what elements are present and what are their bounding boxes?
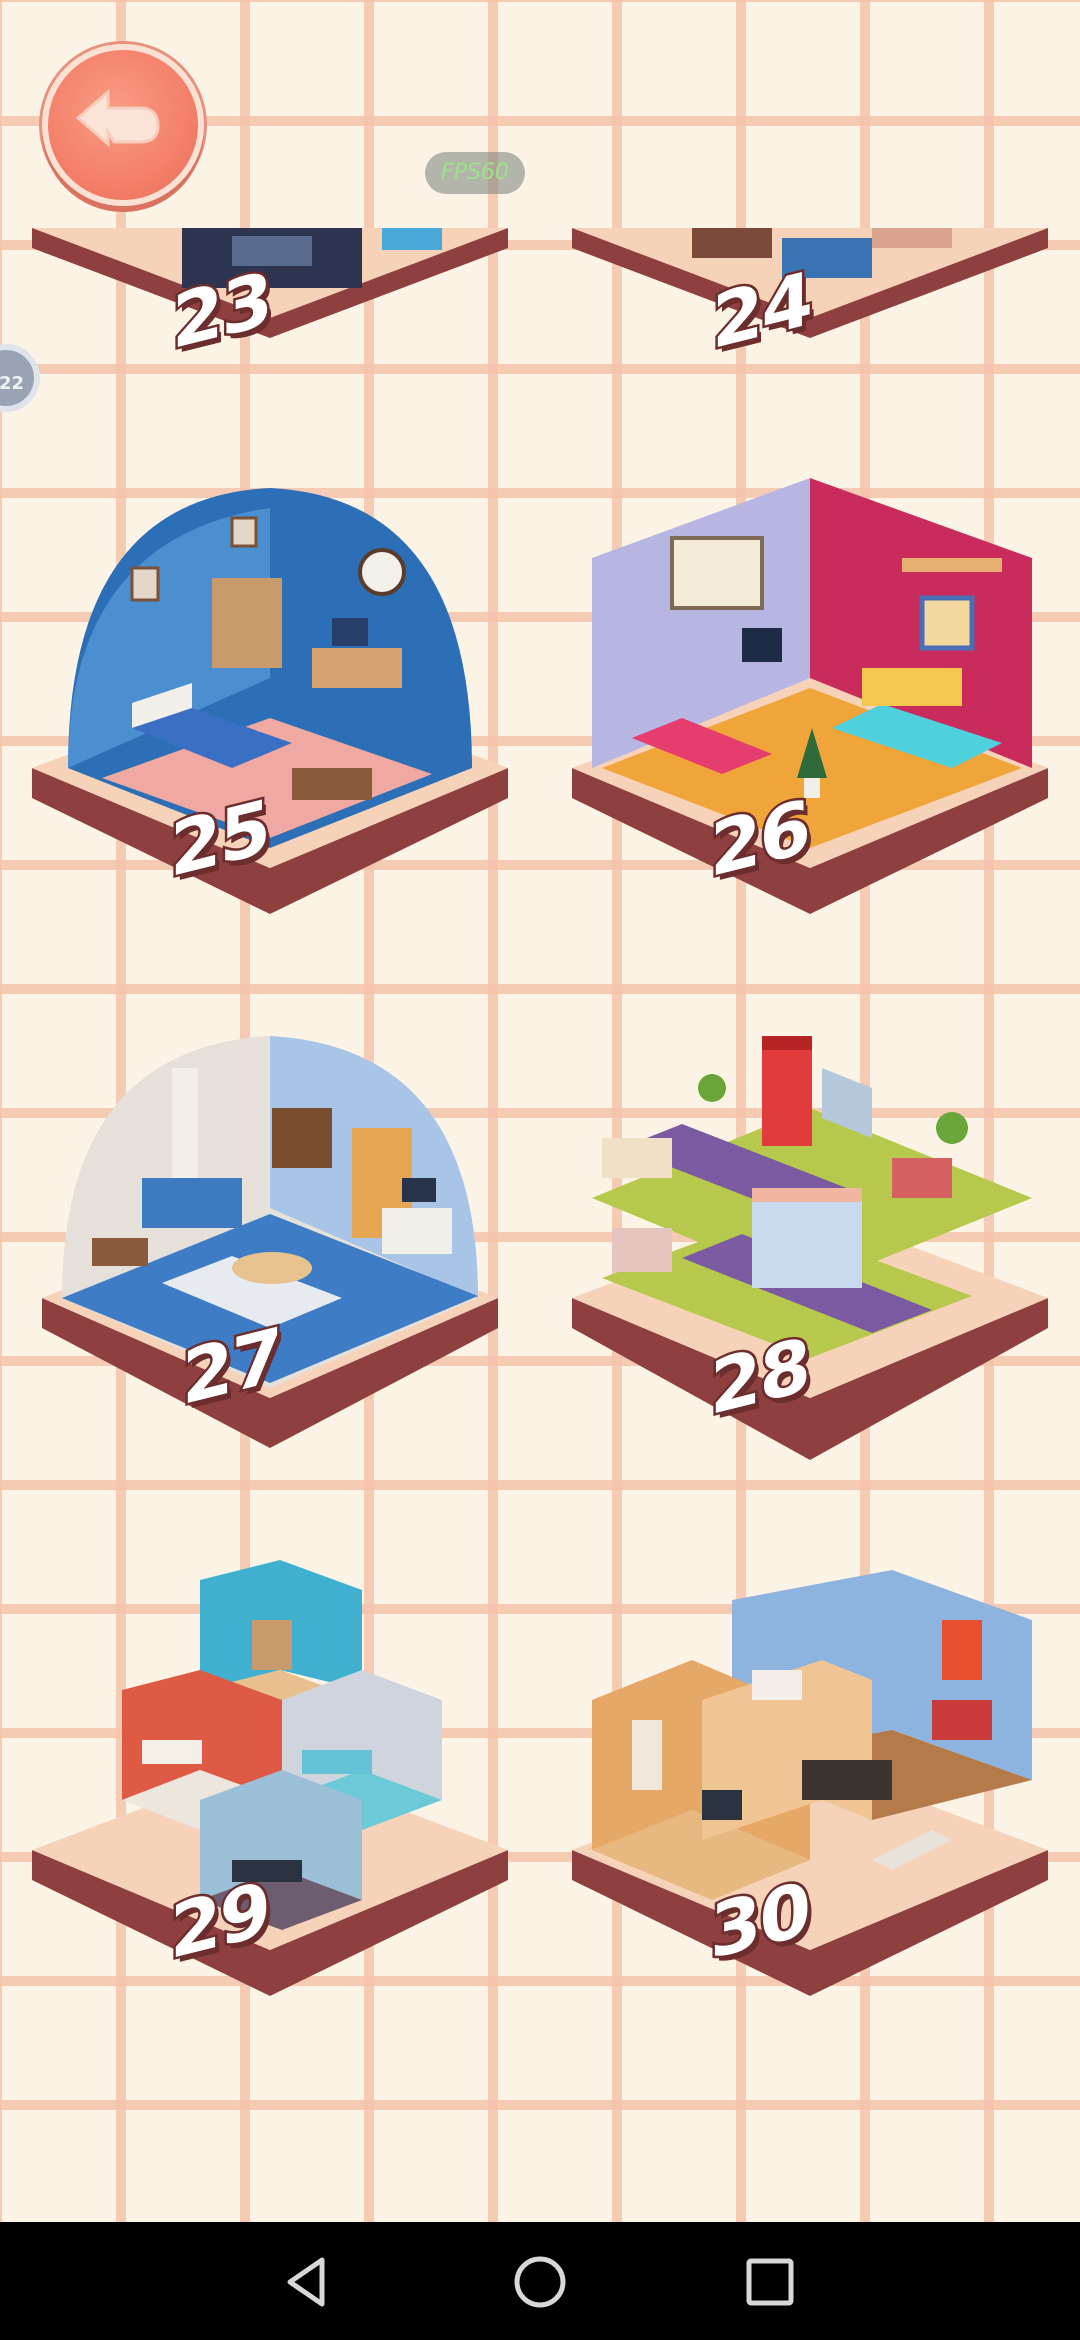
triangle-back-icon[interactable]: [278, 2252, 338, 2312]
level-card-27[interactable]: 27: [42, 1028, 498, 1454]
level-card-24[interactable]: 24: [572, 228, 1048, 378]
level-card-25[interactable]: 25: [32, 478, 508, 918]
level-card-23[interactable]: 23: [32, 228, 508, 378]
level-card-30[interactable]: 30: [572, 1560, 1048, 2000]
back-button[interactable]: [42, 44, 204, 206]
level-card-29[interactable]: 29: [32, 1560, 508, 2000]
back-arrow-icon: [75, 88, 160, 148]
fps-counter: FPS60: [425, 152, 525, 194]
circle-home-icon[interactable]: [510, 2252, 570, 2312]
level-card-28[interactable]: 28: [572, 1028, 1048, 1464]
system-navigation-bar: [0, 2222, 1080, 2340]
square-recents-icon[interactable]: [740, 2252, 800, 2312]
level-card-26[interactable]: 26: [572, 478, 1048, 918]
